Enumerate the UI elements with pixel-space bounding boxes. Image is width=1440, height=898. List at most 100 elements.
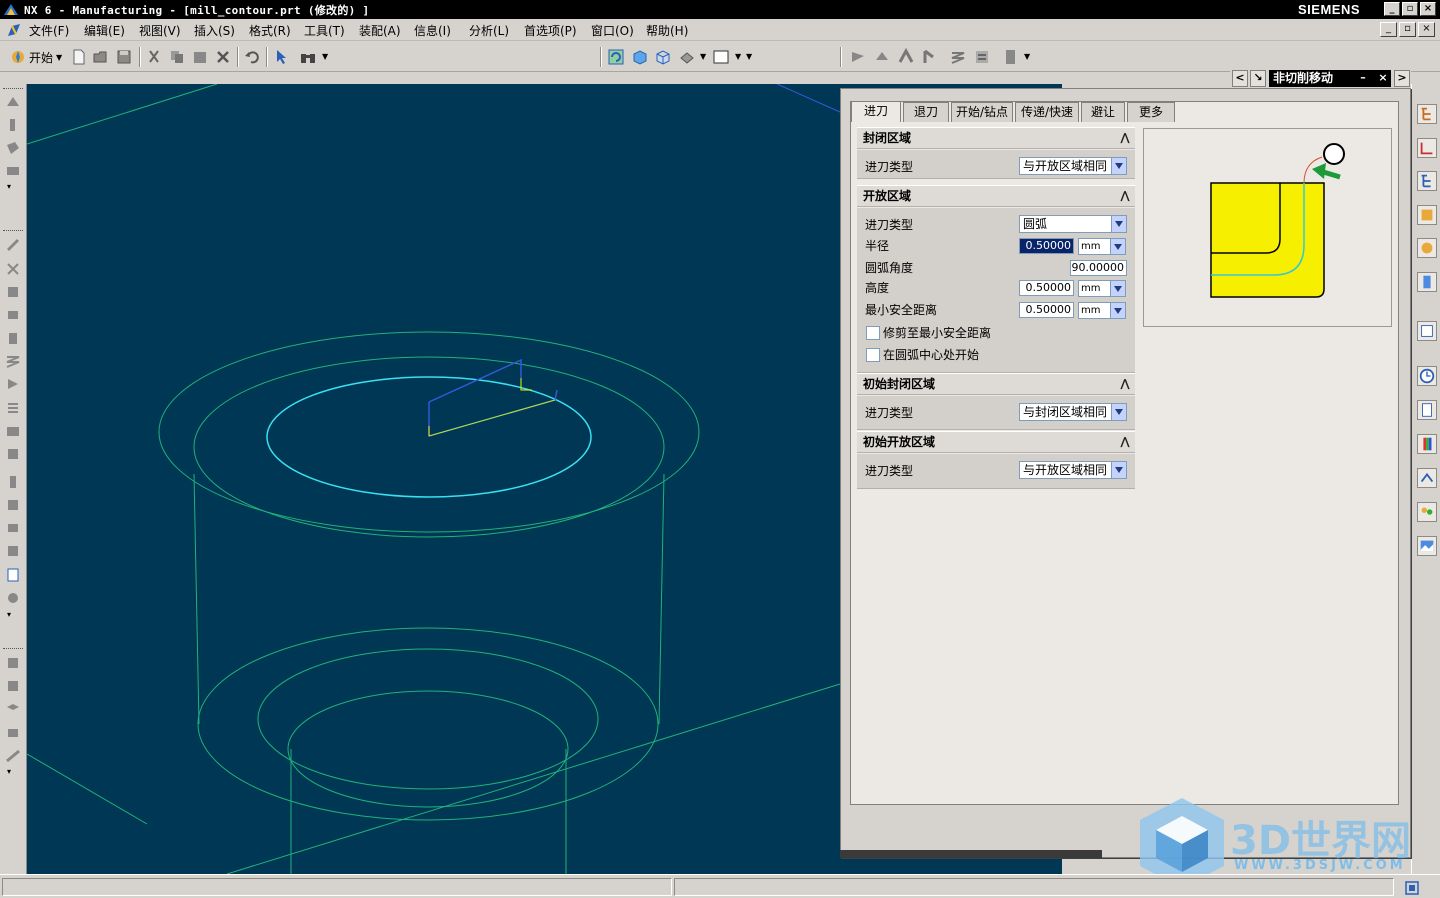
chevron-down-icon[interactable] [1111, 404, 1126, 420]
maximize-button[interactable]: ▫ [1402, 2, 1418, 16]
copy-object-icon[interactable] [5, 284, 21, 300]
cut-icon[interactable] [145, 48, 163, 66]
create-tool-icon[interactable] [5, 117, 21, 133]
create-program-icon[interactable] [5, 94, 21, 110]
min-clearance-unit-select[interactable]: mm [1078, 302, 1126, 319]
verify-icon[interactable] [5, 423, 21, 439]
geometry-icon[interactable] [897, 48, 915, 66]
open-folder-icon[interactable] [92, 48, 110, 66]
collapse-icon[interactable]: ⋀ [1117, 434, 1133, 450]
menu-assembly[interactable]: 装配(A) [359, 22, 401, 39]
tab-engage[interactable]: 进刀 [851, 101, 901, 122]
start-at-arc-center-checkbox[interactable] [866, 348, 880, 362]
section-open-area[interactable]: 开放区域 ⋀ [857, 185, 1135, 207]
toolbar-grip[interactable] [3, 88, 23, 91]
tab-start-drill-points[interactable]: 开始/钻点 [951, 102, 1013, 122]
tab-transfer-rapid[interactable]: 传递/快速 [1015, 102, 1079, 122]
nx-menu-icon[interactable] [6, 22, 22, 38]
part-navigator-icon[interactable] [1417, 171, 1437, 191]
radius-unit-select[interactable]: mm [1078, 238, 1126, 255]
mdi-close-button[interactable]: × [1418, 22, 1435, 37]
verify-path-icon[interactable] [973, 48, 991, 66]
render-style-icon[interactable] [678, 48, 696, 66]
chevron-down-icon[interactable]: ▼ [746, 52, 752, 61]
chevron-down-icon[interactable] [1110, 281, 1125, 296]
list-path-icon[interactable] [5, 400, 21, 416]
collapse-icon[interactable]: ⋀ [1117, 130, 1133, 146]
chevron-down-icon[interactable] [1111, 462, 1126, 478]
section-initial-open-area[interactable]: 初始开放区域 ⋀ [857, 431, 1135, 453]
radius-input[interactable]: 0.50000 [1019, 238, 1074, 254]
create-geometry-icon[interactable] [5, 140, 21, 156]
menu-analysis[interactable]: 分析(L) [469, 22, 509, 39]
collapse-icon[interactable]: ⋀ [1117, 376, 1133, 392]
menu-file[interactable]: 文件(F) [29, 22, 69, 39]
tab-retract[interactable]: 退刀 [903, 102, 949, 122]
chevron-down-icon[interactable] [1111, 216, 1126, 232]
operation-icon[interactable] [849, 48, 867, 66]
system-visualization-icon[interactable] [1417, 468, 1437, 488]
generate-icon[interactable] [5, 353, 21, 369]
menu-preferences[interactable]: 首选项(P) [524, 22, 577, 39]
open-engage-type-select[interactable]: 圆弧 [1019, 215, 1127, 233]
chevron-down-icon[interactable] [1110, 303, 1125, 318]
save-icon[interactable] [115, 48, 133, 66]
trim-to-min-clearance-checkbox[interactable] [866, 326, 880, 340]
generate-path-icon[interactable] [949, 48, 967, 66]
full-screen-icon[interactable] [1404, 880, 1420, 896]
menu-edit[interactable]: 编辑(E) [84, 22, 125, 39]
chevron-down-icon[interactable]: ▾ [7, 767, 11, 776]
delete-icon[interactable] [214, 48, 232, 66]
menu-help[interactable]: 帮助(H) [646, 22, 688, 39]
height-unit-select[interactable]: mm [1078, 280, 1126, 297]
toolbar-grip[interactable] [3, 648, 23, 651]
chevron-down-icon[interactable]: ▼ [735, 52, 741, 61]
close-icon[interactable]: × [1375, 70, 1391, 87]
toolbar-grip[interactable] [3, 230, 23, 233]
refresh-view-icon[interactable] [607, 48, 625, 66]
clock-icon[interactable] [1417, 366, 1437, 386]
menu-view[interactable]: 视图(V) [139, 22, 181, 39]
paste-object-icon[interactable] [5, 306, 21, 322]
orient-icon[interactable] [5, 724, 21, 740]
info-icon[interactable] [5, 567, 21, 583]
output-cls-icon[interactable] [5, 520, 21, 536]
feature-icon[interactable] [5, 543, 21, 559]
layer-icon[interactable] [5, 701, 21, 717]
menu-information[interactable]: 信息(I) [414, 22, 451, 39]
close-button[interactable]: × [1420, 2, 1436, 16]
initial-open-engage-type-select[interactable]: 与开放区域相同 [1019, 461, 1127, 479]
tool-icon[interactable] [873, 48, 891, 66]
measure-icon[interactable] [5, 748, 21, 764]
chevron-down-icon[interactable]: ▼ [322, 52, 328, 61]
chevron-left-icon[interactable]: < [1232, 70, 1248, 87]
shop-doc-icon[interactable] [5, 497, 21, 513]
mdi-minimize-button[interactable]: _ [1380, 22, 1397, 37]
wireframe-view-icon[interactable] [654, 48, 672, 66]
section-closed-area[interactable]: 封闭区域 ⋀ [857, 127, 1135, 149]
group-icon[interactable] [5, 678, 21, 694]
simulate-icon[interactable] [5, 446, 21, 462]
minimize-icon[interactable]: – [1355, 70, 1371, 87]
section-initial-closed-area[interactable]: 初始封闭区域 ⋀ [857, 373, 1135, 395]
history-icon[interactable] [1417, 272, 1437, 292]
chevron-right-icon[interactable]: > [1394, 70, 1410, 87]
postprocess-icon[interactable] [5, 474, 21, 490]
display-icon[interactable] [5, 655, 21, 671]
binoculars-icon[interactable] [299, 48, 317, 66]
menu-window[interactable]: 窗口(O) [591, 22, 634, 39]
height-input[interactable]: 0.50000 [1019, 280, 1074, 296]
chevron-down-icon[interactable]: ▾ [7, 182, 11, 191]
edit-object-icon[interactable] [5, 237, 21, 253]
select-icon[interactable] [272, 48, 290, 66]
chevron-down-icon[interactable] [1111, 158, 1126, 174]
chevron-down-icon[interactable]: ▾ [7, 610, 11, 619]
background-color-icon[interactable] [712, 48, 730, 66]
roles-icon[interactable] [1417, 400, 1437, 420]
minimize-button[interactable]: _ [1384, 2, 1400, 16]
min-clearance-input[interactable]: 0.50000 [1019, 302, 1074, 318]
menu-format[interactable]: 格式(R) [249, 22, 291, 39]
menu-tools[interactable]: 工具(T) [304, 22, 345, 39]
tool-path-icon[interactable] [5, 590, 21, 606]
mdi-restore-button[interactable]: ▫ [1399, 22, 1416, 37]
